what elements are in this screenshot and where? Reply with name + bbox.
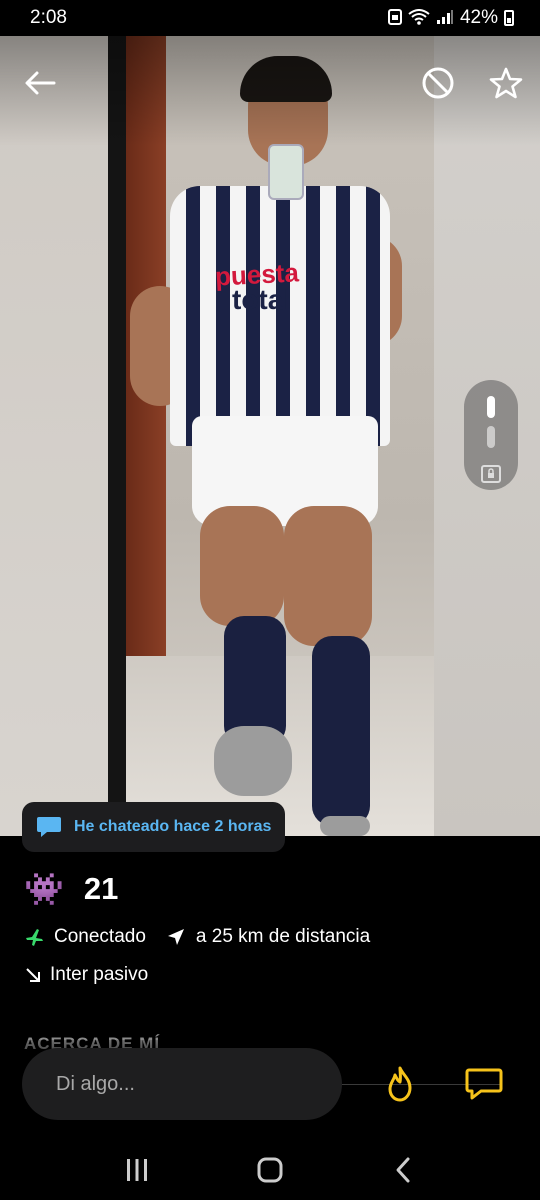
favorite-button[interactable] xyxy=(486,63,526,103)
recent-apps-icon xyxy=(126,1159,147,1181)
online-status-icon xyxy=(26,929,43,946)
photo-jersey-text-2: total xyxy=(232,284,292,315)
status-row: Conectado a 25 km de distancia xyxy=(24,926,370,948)
block-button[interactable] xyxy=(418,63,458,103)
age-row: 👾 21 xyxy=(24,870,118,908)
recent-apps-button[interactable] xyxy=(112,1150,162,1190)
star-icon xyxy=(489,67,523,99)
battery-percent: 42% xyxy=(459,7,498,28)
flame-icon xyxy=(388,1066,412,1102)
photo-pager[interactable] xyxy=(464,380,518,490)
profile-photo[interactable]: puesta total xyxy=(0,36,540,836)
photo-foot-left xyxy=(214,726,292,796)
photo-leg-left xyxy=(200,506,284,626)
pager-dot[interactable] xyxy=(487,426,495,448)
status-bar: 2:08 42% xyxy=(0,0,540,36)
nav-back-icon xyxy=(396,1157,410,1183)
photo-wall-left xyxy=(0,36,112,836)
profile-emoji: 👾 xyxy=(24,871,64,907)
status-icons: 42% xyxy=(387,7,514,29)
profile-age: 21 xyxy=(83,871,119,906)
chat-history-badge: He chateado hace 2 horas xyxy=(22,802,286,852)
chat-button[interactable] xyxy=(460,1062,508,1106)
tap-button[interactable] xyxy=(378,1062,422,1106)
distance-text: a 25 km de distancia xyxy=(195,926,371,947)
arrow-left-icon xyxy=(25,71,56,95)
photo-jersey xyxy=(170,186,390,446)
message-input[interactable] xyxy=(22,1048,342,1120)
online-status-text: Conectado xyxy=(54,926,146,947)
message-icon xyxy=(465,1068,503,1100)
photo-sock-right xyxy=(312,636,370,826)
signal-icon xyxy=(436,9,454,28)
photo-top-gradient xyxy=(0,36,540,146)
location-arrow-icon xyxy=(167,929,184,945)
private-album-icon[interactable] xyxy=(480,462,502,484)
pager-dot-active[interactable] xyxy=(487,396,495,418)
block-icon xyxy=(422,67,454,99)
message-composer xyxy=(0,1040,540,1140)
photo-mirror-frame xyxy=(108,36,126,836)
system-nav-bar xyxy=(0,1140,540,1200)
back-button[interactable] xyxy=(20,63,60,103)
chat-history-text: He chateado hace 2 horas xyxy=(74,818,272,835)
arrow-down-right-icon xyxy=(26,968,40,982)
home-button[interactable] xyxy=(245,1150,295,1190)
position-row: Inter pasivo xyxy=(24,964,148,986)
status-time: 2:08 xyxy=(30,7,67,28)
photo-phone xyxy=(268,144,304,200)
wifi-icon xyxy=(408,8,430,28)
notification-icon xyxy=(387,8,402,28)
chat-bubble-icon xyxy=(37,817,61,837)
position-text: Inter pasivo xyxy=(50,964,149,985)
home-icon xyxy=(257,1157,283,1183)
photo-leg-right xyxy=(284,506,372,646)
nav-back-button[interactable] xyxy=(378,1150,428,1190)
battery-icon xyxy=(504,10,514,26)
photo-foot-right xyxy=(320,816,370,836)
